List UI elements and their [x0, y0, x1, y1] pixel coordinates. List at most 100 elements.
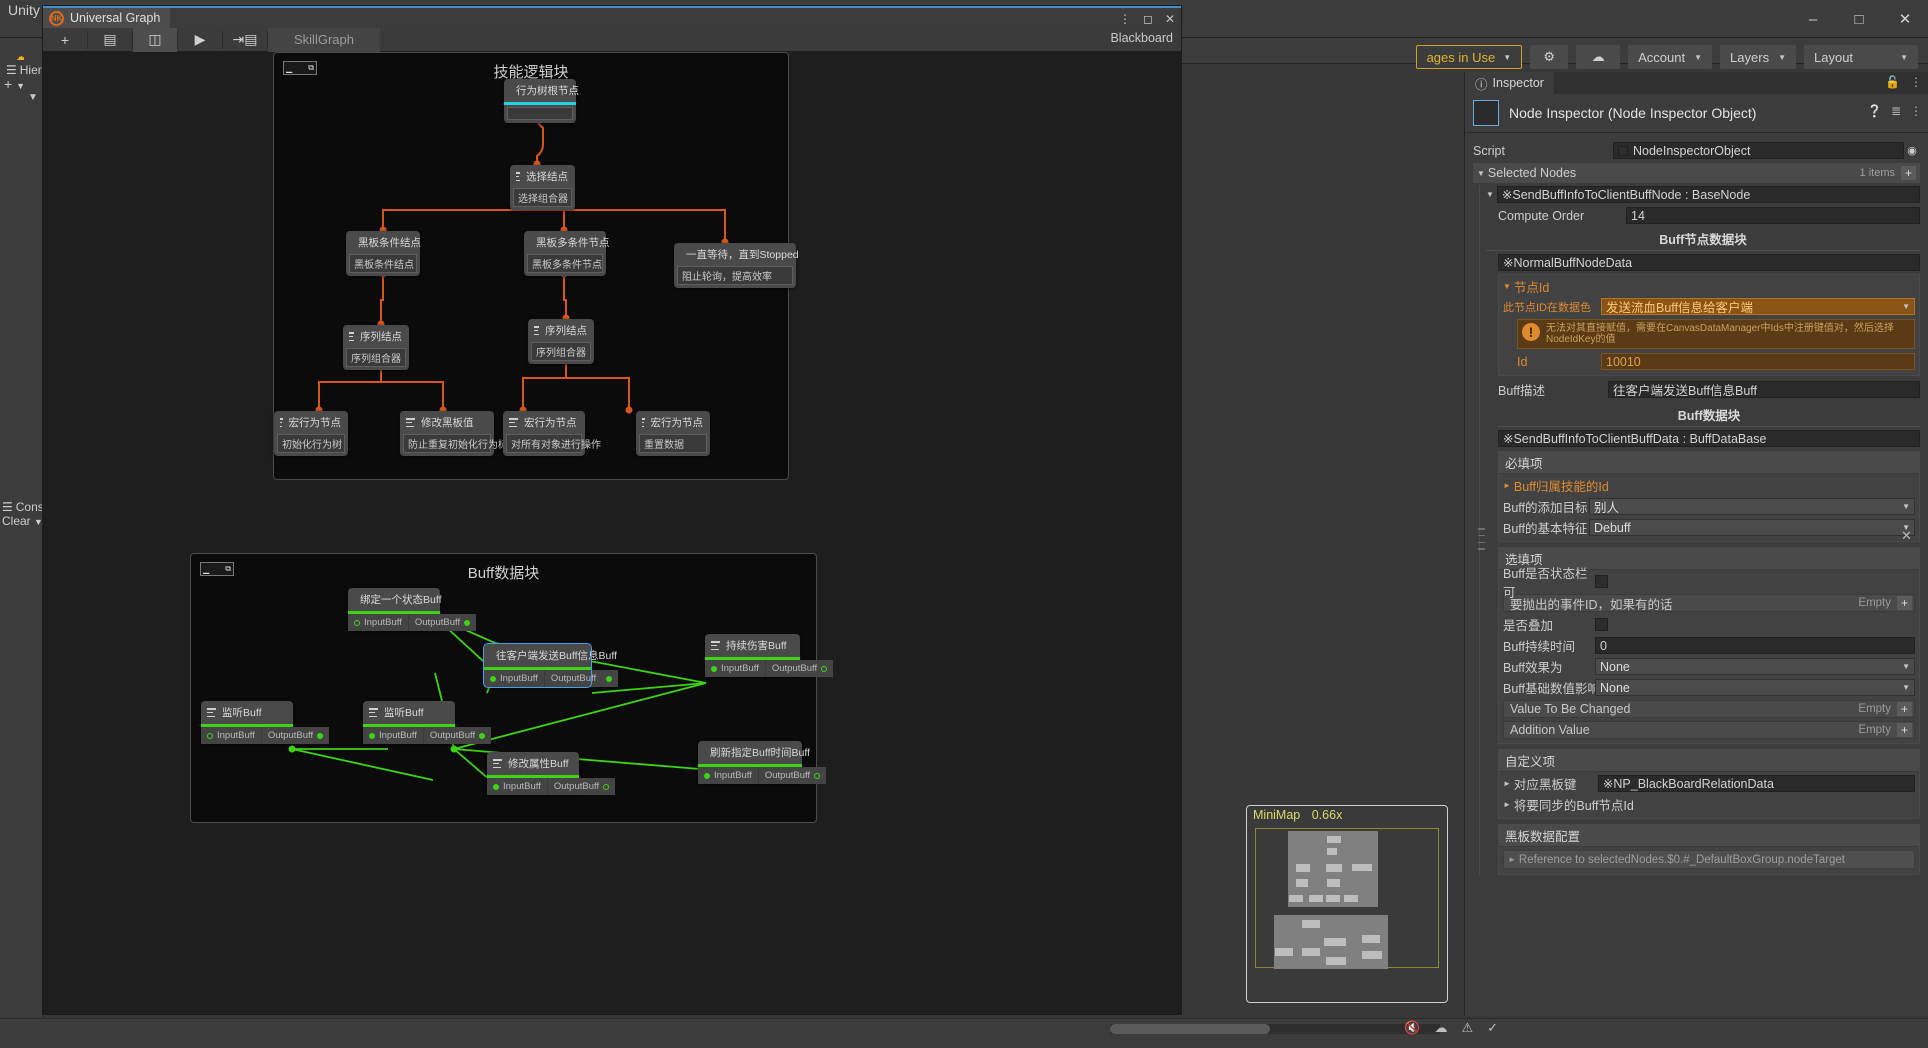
- node-modify-blackboard-value[interactable]: 修改黑板值 防止重复初始化行为树: [400, 411, 494, 456]
- event-id-row[interactable]: 要抛出的事件ID，如果有的话 Empty +: [1503, 594, 1915, 612]
- mute-audio-icon[interactable]: 🔇: [1404, 1020, 1420, 1036]
- node-body[interactable]: 对所有对象进行操作: [506, 434, 582, 453]
- account-button[interactable]: Account ▼: [1628, 45, 1712, 69]
- node-listen-buff-2[interactable]: 监听Buff InputBuff OutputBuff: [363, 701, 455, 744]
- node-body[interactable]: 初始化行为树: [277, 434, 345, 453]
- play-icon[interactable]: ▶: [178, 28, 222, 52]
- node-send-buff-info-to-client[interactable]: 往客户端发送Buff信息Buff InputBuff OutputBuff: [484, 644, 591, 687]
- port-input[interactable]: InputBuff: [201, 727, 262, 744]
- normal-buff-node-data-field[interactable]: ※NormalBuffNodeData: [1498, 254, 1920, 271]
- maximize-icon[interactable]: □: [1836, 0, 1882, 38]
- node-macro-init-tree[interactable]: 宏行为节点 初始化行为树: [274, 411, 348, 456]
- cloud-icon[interactable]: ☁: [1576, 45, 1620, 69]
- node-sequence-right[interactable]: 序列结点 序列组合器: [528, 319, 594, 364]
- more-icon[interactable]: ⋮: [1910, 75, 1922, 89]
- graph-window-tab[interactable]: NK Universal Graph: [43, 8, 170, 28]
- node-body[interactable]: 序列组合器: [531, 342, 591, 361]
- add-button[interactable]: +: [1897, 702, 1912, 716]
- node-damage-over-time-buff[interactable]: 持续伤害Buff InputBuff OutputBuff: [705, 634, 800, 677]
- value-to-be-changed-row[interactable]: Value To Be Changed Empty +: [1503, 700, 1915, 718]
- port-output[interactable]: OutputBuff: [548, 778, 615, 795]
- id-field[interactable]: 10010: [1601, 353, 1915, 370]
- node-bind-state-buff[interactable]: 绑定一个状态Buff InputBuff OutputBuff: [348, 588, 440, 631]
- blackboard-button[interactable]: Blackboard: [1110, 31, 1173, 45]
- port-input[interactable]: InputBuff: [698, 767, 759, 784]
- node-macro-reset-data[interactable]: 宏行为节点 重置数据: [636, 411, 710, 456]
- foldout-right-icon[interactable]: ►: [1503, 779, 1511, 788]
- port-output[interactable]: OutputBuff: [262, 727, 329, 744]
- minimap-icon[interactable]: ◫: [133, 28, 177, 52]
- port-output[interactable]: OutputBuff: [766, 660, 833, 677]
- close-icon[interactable]: ✕: [1165, 12, 1175, 26]
- panel-resize-handle[interactable]: [1478, 528, 1485, 550]
- collab-icon[interactable]: ⚙: [1530, 45, 1568, 69]
- script-field[interactable]: NodeInspectorObject: [1613, 142, 1904, 159]
- node-body[interactable]: 阻止轮询，提高效率: [677, 266, 793, 285]
- check-status-icon[interactable]: ✓: [1487, 1020, 1498, 1036]
- node-id-row[interactable]: ▼ 节点Id: [1503, 277, 1915, 296]
- help-icon[interactable]: ❔: [1867, 104, 1882, 118]
- foldout-icon[interactable]: ▼: [1503, 282, 1511, 291]
- minimap-viewport[interactable]: [1255, 828, 1439, 968]
- port-output[interactable]: OutputBuff: [409, 614, 476, 631]
- add-button[interactable]: +: [1901, 166, 1916, 180]
- minimap-panel[interactable]: MiniMap 0.66x: [1246, 805, 1448, 1003]
- node-macro-all-objects[interactable]: 宏行为节点 对所有对象进行操作: [503, 411, 585, 456]
- buff-desc-field[interactable]: 往客户端发送Buff信息Buff: [1608, 381, 1920, 398]
- addition-value-row[interactable]: Addition Value Empty +: [1503, 721, 1915, 739]
- node-type-field[interactable]: ※SendBuffInfoToClientBuffNode : BaseNode: [1497, 186, 1920, 203]
- trait-dropdown[interactable]: Debuff ▼: [1589, 519, 1915, 536]
- settings-icon[interactable]: ▤: [88, 28, 132, 52]
- foldout-icon[interactable]: ▼: [1486, 190, 1494, 199]
- minimize-icon[interactable]: –: [1790, 0, 1836, 38]
- cloud-status-icon[interactable]: ☁: [1434, 1020, 1447, 1036]
- add-button[interactable]: +: [1897, 723, 1912, 737]
- tab-skillgraph[interactable]: SkillGraph: [268, 28, 380, 52]
- tab-inspector[interactable]: ⓘ Inspector: [1465, 72, 1554, 94]
- port-output[interactable]: OutputBuff: [545, 670, 618, 687]
- node-body[interactable]: 重置数据: [639, 434, 707, 453]
- target-dropdown[interactable]: 别人 ▼: [1589, 498, 1915, 515]
- node-listen-buff-1[interactable]: 监听Buff InputBuff OutputBuff: [201, 701, 293, 744]
- foldout-right-icon[interactable]: ►: [1503, 481, 1511, 490]
- stack-checkbox[interactable]: [1595, 618, 1608, 631]
- compute-order-field[interactable]: 14: [1626, 207, 1920, 224]
- node-blackboard-multi-condition[interactable]: 黑板多条件节点 黑板多条件节点: [524, 231, 606, 276]
- node-body[interactable]: 防止重复初始化行为树: [403, 434, 491, 453]
- skill-id-row[interactable]: ► Buff归属技能的Id: [1503, 476, 1915, 495]
- more-icon[interactable]: ⋮: [1119, 12, 1131, 26]
- close-icon[interactable]: ✕: [1882, 0, 1928, 38]
- node-body[interactable]: [507, 107, 573, 120]
- foldout-right-icon[interactable]: ►: [1508, 855, 1516, 864]
- node-body[interactable]: 黑板条件结点: [349, 254, 417, 273]
- node-body[interactable]: 序列组合器: [346, 348, 406, 367]
- foldout-icon[interactable]: ▼: [1477, 169, 1485, 178]
- add-button[interactable]: +: [1897, 596, 1912, 610]
- sync-buff-id-row[interactable]: ► 将要同步的Buff节点Id: [1503, 795, 1915, 814]
- horizontal-scrollbar[interactable]: [1110, 1024, 1440, 1034]
- layers-button[interactable]: Layers ▼: [1720, 45, 1796, 69]
- node-body[interactable]: 黑板多条件节点: [527, 254, 603, 273]
- console-clear-button[interactable]: Clear ▼: [2, 514, 43, 528]
- object-picker-icon[interactable]: ◉: [1904, 144, 1920, 157]
- close-icon[interactable]: ✕: [1901, 528, 1912, 544]
- blackboard-key-field[interactable]: ※NP_BlackBoardRelationData: [1598, 775, 1915, 792]
- node-id-dropdown[interactable]: 发送流血Buff信息给客户端 ▼: [1601, 298, 1915, 315]
- hierarchy-add-button[interactable]: + ▼: [4, 76, 25, 92]
- foldout-right-icon[interactable]: ►: [1503, 800, 1511, 809]
- hierarchy-expand-icon[interactable]: ▼: [28, 92, 38, 103]
- port-input[interactable]: InputBuff: [484, 670, 545, 687]
- warning-status-icon[interactable]: ⚠: [1461, 1020, 1473, 1036]
- node-selector[interactable]: 选择结点 选择组合器: [510, 165, 575, 210]
- port-output[interactable]: OutputBuff: [759, 767, 826, 784]
- statusbar-checkbox[interactable]: [1595, 575, 1608, 588]
- node-refresh-buff-time[interactable]: 刷新指定Buff时间Buff InputBuff OutputBuff: [698, 741, 802, 784]
- export-icon[interactable]: ⇥▤: [223, 28, 267, 52]
- base-value-dropdown[interactable]: None ▼: [1595, 679, 1915, 696]
- reference-row[interactable]: ► Reference to selectedNodes.$0.#_Defaul…: [1503, 850, 1915, 869]
- node-modify-attribute-buff[interactable]: 修改属性Buff InputBuff OutputBuff: [487, 752, 579, 795]
- node-sequence-left[interactable]: 序列结点 序列组合器: [343, 325, 409, 370]
- port-input[interactable]: InputBuff: [487, 778, 548, 795]
- node-body[interactable]: 选择组合器: [513, 188, 572, 207]
- port-input[interactable]: InputBuff: [348, 614, 409, 631]
